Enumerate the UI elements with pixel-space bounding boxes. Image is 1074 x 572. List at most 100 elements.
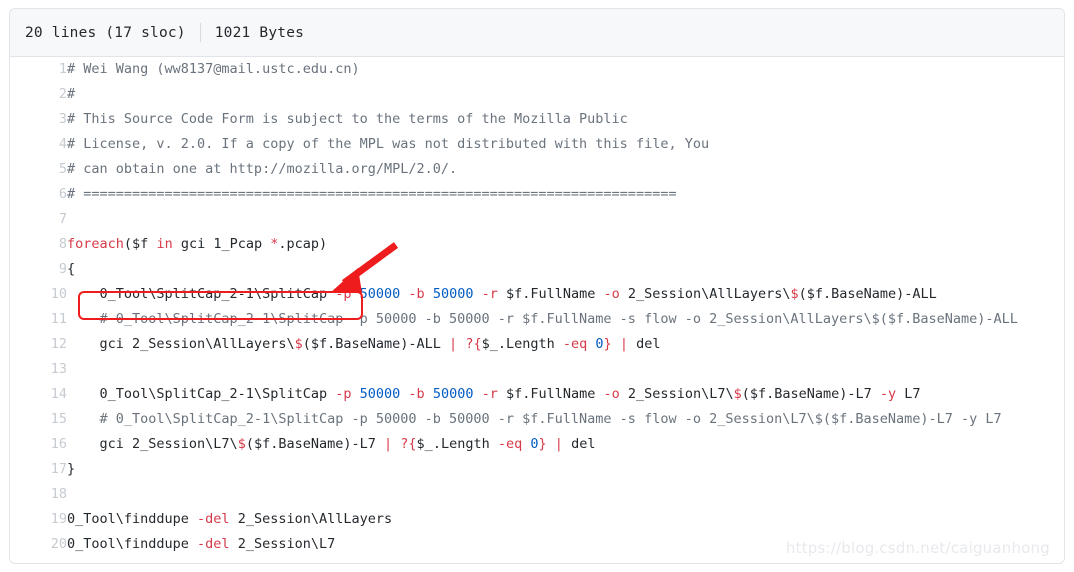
line-number[interactable]: 1 <box>10 57 67 82</box>
code-line-row: 4 # License, v. 2.0. If a copy of the MPL… <box>10 132 1064 157</box>
code-token: L7 <box>896 386 921 402</box>
code-token: del <box>627 336 661 352</box>
code-token: | <box>449 336 458 352</box>
line-number[interactable]: 10 <box>10 282 67 307</box>
code-line-row: 7 <box>10 207 1064 232</box>
line-number[interactable]: 13 <box>10 357 67 382</box>
code-line-row: 17} <box>10 457 1064 482</box>
code-line-row: 5 # can obtain one at http://mozilla.org/… <box>10 157 1064 182</box>
code-token: } <box>67 461 76 477</box>
code-line-content[interactable]: { <box>67 257 1064 282</box>
code-token: $f.FullName <box>497 286 604 302</box>
code-token: 2_Session\AllLayers <box>229 511 393 527</box>
code-token: 50000 <box>359 386 401 402</box>
code-line-content[interactable]: 0_Tool\finddupe -del 2_Session\AllLayers <box>67 507 1064 532</box>
line-number[interactable]: 19 <box>10 507 67 532</box>
code-token: $f.FullName <box>497 386 604 402</box>
line-number[interactable]: 15 <box>10 407 67 432</box>
code-token: 0_Tool\finddupe <box>67 536 198 552</box>
code-token: -o <box>603 386 620 402</box>
code-token: | <box>384 436 393 452</box>
line-number[interactable]: 6 <box>10 182 67 207</box>
site-watermark: https://blog.csdn.net/caiguanhong <box>785 539 1050 557</box>
code-line-content[interactable] <box>67 357 1064 382</box>
line-number[interactable]: 20 <box>10 532 67 557</box>
code-line-content[interactable]: # 0_Tool\SplitCap_2-1\SplitCap -p 50000 … <box>67 307 1064 332</box>
line-number[interactable]: 16 <box>10 432 67 457</box>
code-token: 2_Session\AllLayers\ <box>619 286 791 302</box>
line-number[interactable]: 17 <box>10 457 67 482</box>
code-line-content[interactable]: # Wei Wang (ww8137@mail.ustc.edu.cn) <box>67 57 1064 82</box>
code-token: $ <box>237 436 246 452</box>
code-line-row: 19 0_Tool\finddupe -del 2_Session\AllLaye… <box>10 507 1064 532</box>
code-blob-area: 1 # Wei Wang (ww8137@mail.ustc.edu.cn) 2 #3… <box>10 57 1064 557</box>
code-token: -del <box>197 511 230 527</box>
code-token: 50000 <box>432 386 474 402</box>
code-token: in <box>156 236 173 252</box>
code-token: # 0_Tool\SplitCap_2-1\SplitCap -p 50000 … <box>67 411 1002 427</box>
code-token: { <box>67 261 76 277</box>
line-number[interactable]: 8 <box>10 232 67 257</box>
code-line-content[interactable]: # ======================================… <box>67 182 1064 207</box>
line-number[interactable]: 9 <box>10 257 67 282</box>
code-line-content[interactable]: 0_Tool\SplitCap_2-1\SplitCap -p 50000 -b… <box>67 282 1064 307</box>
code-token: -eq <box>562 336 588 352</box>
code-line-row: 6 # =====================================… <box>10 182 1064 207</box>
line-number[interactable]: 18 <box>10 482 67 507</box>
code-token: ?{ <box>465 336 482 352</box>
code-token: $ <box>733 386 742 402</box>
code-token: ( <box>123 236 133 252</box>
file-meta-group: 20 lines (17 sloc) 1021 Bytes <box>25 23 304 42</box>
code-line-row: 10 0_Tool\SplitCap_2-1\SplitCap -p 50000… <box>10 282 1064 307</box>
code-line-row: 3 # This Source Code Form is subject to t… <box>10 107 1064 132</box>
code-line-content[interactable]: gci 2_Session\L7\$($f.BaseName)-L7 | ?{$… <box>67 432 1064 457</box>
code-token: } <box>603 336 612 352</box>
file-header-bar: 20 lines (17 sloc) 1021 Bytes <box>10 9 1064 57</box>
code-line-content[interactable]: # <box>67 82 1064 107</box>
code-token: | <box>619 336 628 352</box>
code-token: -p <box>335 286 352 302</box>
code-token: -p <box>335 386 352 402</box>
code-line-row: 8 foreach($f in gci 1_Pcap *.pcap) <box>10 232 1064 257</box>
code-line-row: 9{ <box>10 257 1064 282</box>
code-token: -b <box>408 286 425 302</box>
code-line-content[interactable]: # 0_Tool\SplitCap_2-1\SplitCap -p 50000 … <box>67 407 1064 432</box>
code-token: 0_Tool\finddupe <box>67 511 198 527</box>
code-token: 0 <box>530 436 539 452</box>
code-token: $_ <box>416 436 433 452</box>
code-token: ?{ <box>400 436 417 452</box>
code-token: 50000 <box>432 286 474 302</box>
code-line-content[interactable] <box>67 482 1064 507</box>
code-token: 0_Tool\SplitCap_2-1\SplitCap <box>67 386 336 402</box>
code-line-content[interactable]: } <box>67 457 1064 482</box>
line-number[interactable]: 7 <box>10 207 67 232</box>
code-line-content[interactable]: gci 2_Session\AllLayers\$($f.BaseName)-A… <box>67 332 1064 357</box>
line-number[interactable]: 4 <box>10 132 67 157</box>
code-line-content[interactable]: # License, v. 2.0. If a copy of the MPL … <box>67 132 1064 157</box>
line-number[interactable]: 3 <box>10 107 67 132</box>
line-number[interactable]: 14 <box>10 382 67 407</box>
code-token: -eq <box>497 436 523 452</box>
code-line-content[interactable] <box>67 207 1064 232</box>
code-token: # ======================================… <box>67 186 677 202</box>
line-number[interactable]: 5 <box>10 157 67 182</box>
code-line-row: 13 <box>10 357 1064 382</box>
line-number[interactable]: 2 <box>10 82 67 107</box>
code-line-row: 11 # 0_Tool\SplitCap_2-1\SplitCap -p 500… <box>10 307 1064 332</box>
code-line-content[interactable]: # can obtain one at http://mozilla.org/M… <box>67 157 1064 182</box>
line-number[interactable]: 12 <box>10 332 67 357</box>
code-token: 2_Session\L7\ <box>619 386 734 402</box>
code-line-content[interactable]: 0_Tool\SplitCap_2-1\SplitCap -p 50000 -b… <box>67 382 1064 407</box>
code-token: gci 2_Session\AllLayers\ <box>67 336 295 352</box>
code-line-content[interactable]: # This Source Code Form is subject to th… <box>67 107 1064 132</box>
code-token: 50000 <box>359 286 401 302</box>
code-line-content[interactable]: foreach($f in gci 1_Pcap *.pcap) <box>67 232 1064 257</box>
line-number[interactable]: 11 <box>10 307 67 332</box>
code-token: -y <box>879 386 897 402</box>
code-token: # can obtain one at http://mozilla.org/M… <box>67 161 458 177</box>
code-line-row: 16 gci 2_Session\L7\$($f.BaseName)-L7 | … <box>10 432 1064 457</box>
